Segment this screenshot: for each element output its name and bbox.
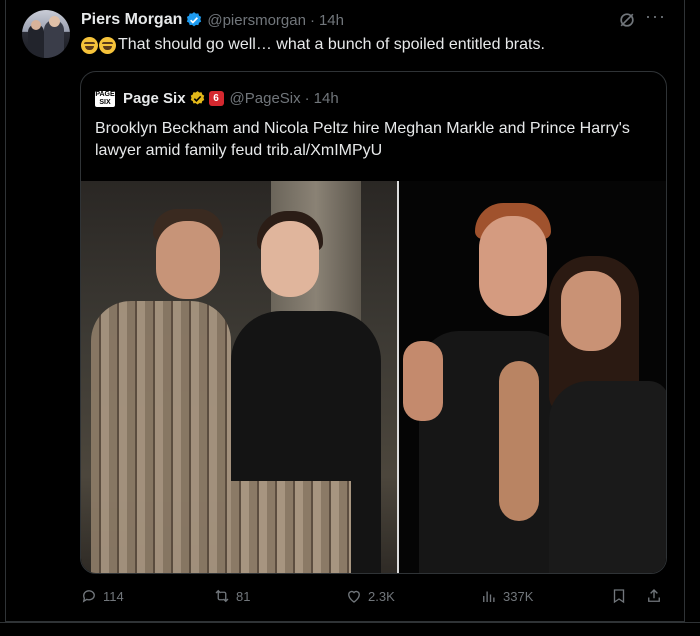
heart-icon (348, 590, 360, 603)
share-icon (648, 589, 660, 602)
reply-icon (82, 590, 95, 603)
repost-count: 81 (236, 588, 251, 604)
view-count: 337K (503, 588, 534, 604)
bookmark-icon (613, 589, 625, 604)
views-button[interactable]: 337K (480, 587, 533, 605)
author-handle[interactable]: @piersmorgan (207, 12, 306, 29)
author-avatar[interactable] (22, 10, 70, 58)
quoted-tweet-text: Brooklyn Beckham and Nicola Peltz hire M… (95, 120, 630, 159)
bookmark-button[interactable] (610, 587, 633, 605)
separator-dot: · (309, 11, 315, 29)
verified-gold-badge-icon (190, 91, 204, 105)
reply-button[interactable]: 114 (80, 587, 124, 605)
like-count: 2.3K (368, 588, 395, 604)
divider (0, 622, 700, 623)
repost-icon (215, 589, 229, 603)
repost-button[interactable]: 81 (213, 587, 250, 605)
page-six-logo[interactable]: PAGE SIX (95, 90, 115, 107)
like-button[interactable]: 2.3K (345, 587, 395, 605)
share-button[interactable] (645, 587, 668, 605)
grok-icon[interactable] (617, 10, 637, 30)
tweet-body: That should go well… what a bunch of spo… (118, 36, 545, 53)
separator-dot: · (304, 90, 310, 107)
affiliate-badge-icon: 6 (208, 91, 224, 106)
verified-badge-icon (187, 12, 202, 27)
tweet-time[interactable]: 14h (319, 12, 344, 29)
reply-count: 114 (103, 588, 124, 604)
quoted-tweet-header: PAGE SIX Page Six 6 @PageSix · 14h (95, 90, 339, 107)
quoted-author-handle[interactable]: @PageSix (230, 90, 301, 107)
tweet-actions: 114 81 2.3K 337K (80, 587, 670, 609)
analytics-icon (483, 591, 495, 602)
laughing-emoji-icon (99, 36, 116, 54)
couple-photo-left (81, 181, 399, 573)
quoted-tweet[interactable]: PAGE SIX Page Six 6 @PageSix · 14h Brookl… (80, 71, 667, 574)
tweet-header: Piers Morgan @piersmorgan · 14h (81, 9, 344, 31)
tweet-text: That should go well… what a bunch of spo… (81, 36, 545, 54)
author-name[interactable]: Piers Morgan (81, 11, 182, 29)
more-options-icon[interactable]: ··· (645, 6, 666, 27)
quoted-author-name[interactable]: Page Six (123, 90, 186, 107)
quoted-tweet-time: 14h (313, 90, 339, 107)
laughing-emoji-icon (81, 36, 98, 54)
couple-photo-right (399, 181, 666, 573)
quoted-tweet-image[interactable] (81, 181, 666, 573)
